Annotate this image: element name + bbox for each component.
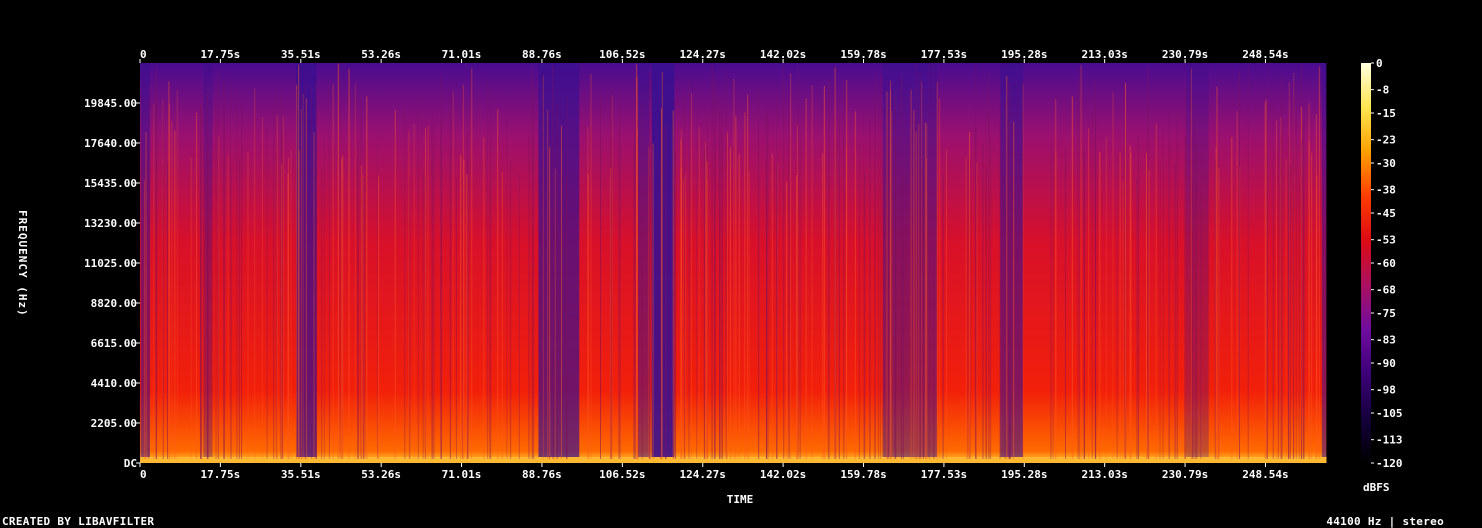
x-tick-label-bottom: 124.27s bbox=[680, 468, 726, 481]
x-tick-label-bottom: 159.78s bbox=[840, 468, 886, 481]
x-tick-label-bottom: 213.03s bbox=[1081, 468, 1127, 481]
colorbar-tick-label: -113 bbox=[1376, 434, 1403, 447]
x-axis-label: TIME bbox=[727, 493, 754, 506]
spectrogram-chart: 0 0 17.75s 17.75s 35.51s 35.51s 53.26s 53.26s 71… bbox=[16, 48, 1403, 506]
x-tick-label-top: 159.78s bbox=[840, 48, 886, 61]
y-tick-label: DC bbox=[124, 457, 137, 470]
spectrogram-image bbox=[139, 63, 1340, 463]
x-tick-label-bottom: 0 bbox=[140, 468, 147, 481]
x-tick-label-top: 177.53s bbox=[921, 48, 967, 61]
colorbar-tick-label: -23 bbox=[1376, 134, 1396, 147]
colorbar-tick-label: -105 bbox=[1376, 407, 1403, 420]
x-tick-label-bottom: 106.52s bbox=[599, 468, 645, 481]
y-tick-label: 4410.00 bbox=[91, 377, 137, 390]
sample-rate-info: 44100 Hz | stereo bbox=[1326, 515, 1444, 528]
colorbar-tick-label: -90 bbox=[1376, 357, 1396, 370]
y-tick-label: 6615.00 bbox=[91, 337, 137, 350]
credit-text: CREATED BY LIBAVFILTER bbox=[2, 515, 155, 528]
colorbar-tick-label: -30 bbox=[1376, 157, 1396, 170]
x-tick-label-bottom: 35.51s bbox=[281, 468, 321, 481]
x-tick-label-bottom: 142.02s bbox=[760, 468, 806, 481]
x-tick-label-bottom: 248.54s bbox=[1242, 468, 1288, 481]
y-tick-label: 2205.00 bbox=[91, 417, 137, 430]
colorbar-tick-label: -68 bbox=[1376, 284, 1396, 297]
colorbar-tick-label: -38 bbox=[1376, 184, 1396, 197]
x-tick-label-top: 195.28s bbox=[1001, 48, 1047, 61]
colorbar-tick-label: 0 bbox=[1376, 57, 1383, 70]
x-tick-label-bottom: 177.53s bbox=[921, 468, 967, 481]
x-tick-label-bottom: 17.75s bbox=[201, 468, 241, 481]
x-tick-label-top: 142.02s bbox=[760, 48, 806, 61]
x-tick-label-top: 124.27s bbox=[680, 48, 726, 61]
colorbar-label: dBFS bbox=[1363, 481, 1390, 494]
colorbar-tick-label: -83 bbox=[1376, 334, 1396, 347]
x-tick-label-bottom: 230.79s bbox=[1162, 468, 1208, 481]
colorbar-tick-label: -8 bbox=[1376, 84, 1389, 97]
x-tick-label-top: 35.51s bbox=[281, 48, 321, 61]
colorbar-tick-label: -45 bbox=[1376, 207, 1396, 220]
x-tick-label-bottom: 88.76s bbox=[522, 468, 562, 481]
colorbar-tick-label: -75 bbox=[1376, 307, 1396, 320]
x-tick-label-top: 230.79s bbox=[1162, 48, 1208, 61]
colorbar-tick-label: -60 bbox=[1376, 257, 1396, 270]
x-tick-label-top: 88.76s bbox=[522, 48, 562, 61]
y-tick-label: 13230.00 bbox=[84, 217, 137, 230]
x-tick-label-top: 248.54s bbox=[1242, 48, 1288, 61]
x-tick-label-bottom: 195.28s bbox=[1001, 468, 1047, 481]
colorbar-tick-label: -120 bbox=[1376, 457, 1403, 470]
x-tick-label-top: 53.26s bbox=[361, 48, 401, 61]
x-tick-label-bottom: 53.26s bbox=[361, 468, 401, 481]
y-tick-label: 17640.00 bbox=[84, 137, 137, 150]
x-tick-label-top: 213.03s bbox=[1081, 48, 1127, 61]
x-tick-label-top: 106.52s bbox=[599, 48, 645, 61]
colorbar-tick-label: -53 bbox=[1376, 234, 1396, 247]
x-tick-label-top: 71.01s bbox=[442, 48, 482, 61]
colorbar bbox=[1361, 63, 1371, 463]
y-axis-label: FREQUENCY (Hz) bbox=[16, 210, 29, 317]
y-tick-label: 11025.00 bbox=[84, 257, 137, 270]
y-tick-label: 8820.00 bbox=[91, 297, 137, 310]
colorbar-tick-label: -15 bbox=[1376, 107, 1396, 120]
y-tick-label: 19845.00 bbox=[84, 97, 137, 110]
colorbar-tick-label: -98 bbox=[1376, 384, 1396, 397]
x-tick-label-top: 0 bbox=[140, 48, 147, 61]
x-tick-label-top: 17.75s bbox=[201, 48, 241, 61]
x-tick-label-bottom: 71.01s bbox=[442, 468, 482, 481]
y-tick-label: 15435.00 bbox=[84, 177, 137, 190]
